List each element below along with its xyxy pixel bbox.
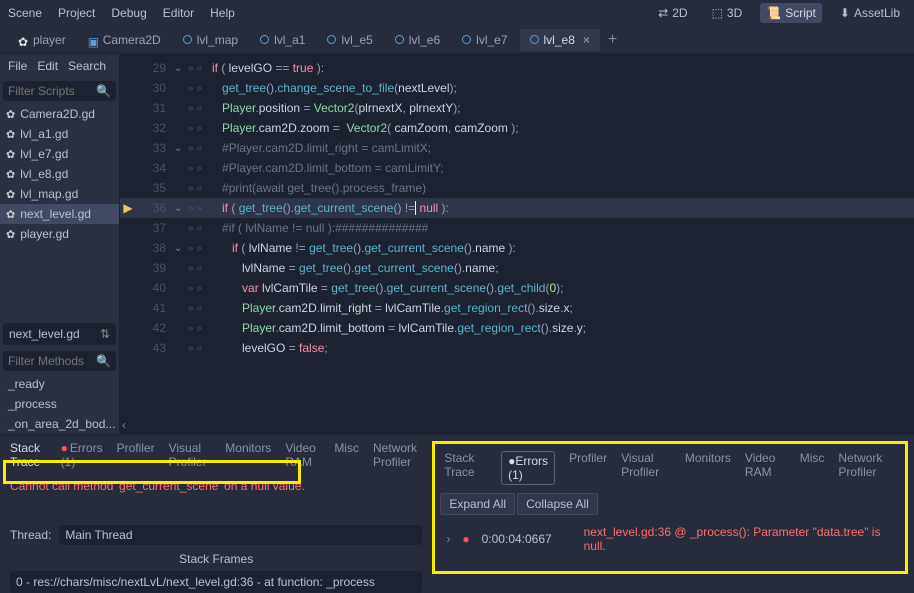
- view-3d-button[interactable]: ⬚3D: [706, 3, 749, 23]
- method-list: _ready _process _on_area_2d_bod...: [0, 374, 119, 434]
- tab-visual-profiler[interactable]: Visual Profiler: [621, 451, 671, 485]
- cog-icon: ✿: [6, 228, 15, 241]
- file-item[interactable]: ✿next_level.gd: [0, 204, 119, 224]
- file-item[interactable]: ✿lvl_a1.gd: [0, 124, 119, 144]
- circle-icon: [395, 35, 404, 44]
- error-list-row[interactable]: › ● 0:00:04:0667 next_level.gd:36 @ _pro…: [438, 519, 902, 559]
- tab-profiler[interactable]: Profiler: [117, 441, 155, 469]
- cog-icon: ✿: [6, 188, 15, 201]
- file-item[interactable]: ✿lvl_e7.gd: [0, 144, 119, 164]
- method-item[interactable]: _on_area_2d_bod...: [0, 414, 119, 434]
- cog-icon: ✿: [6, 148, 15, 161]
- collapse-all-button[interactable]: Collapse All: [517, 493, 598, 515]
- tab-lvl-e6[interactable]: lvl_e6: [385, 29, 450, 51]
- circle-icon: [327, 35, 336, 44]
- error-dot-icon: ●: [61, 441, 68, 455]
- tab-network-profiler[interactable]: Network Profiler: [373, 441, 422, 469]
- tab-lvl-a1[interactable]: lvl_a1: [250, 29, 315, 51]
- current-file-indicator[interactable]: next_level.gd ⇅: [3, 323, 116, 345]
- script-file-menu[interactable]: File: [8, 59, 27, 73]
- script-file-list: ✿Camera2D.gd ✿lvl_a1.gd ✿lvl_e7.gd ✿lvl_…: [0, 104, 119, 320]
- collapse-sidebar-icon[interactable]: ‹: [122, 418, 126, 432]
- search-icon: 🔍: [96, 84, 111, 98]
- view-assetlib-button[interactable]: ⬇AssetLib: [834, 3, 906, 23]
- file-item[interactable]: ✿lvl_map.gd: [0, 184, 119, 204]
- view-2d-button[interactable]: ⇄2D: [652, 3, 693, 23]
- thread-selector[interactable]: Main Thread: [59, 525, 422, 545]
- tab-network-profiler[interactable]: Network Profiler: [838, 451, 896, 485]
- method-item[interactable]: _process: [0, 394, 119, 414]
- cog-icon: ✿: [6, 128, 15, 141]
- stack-frame-row[interactable]: 0 - res://chars/misc/nextLvL/next_level.…: [10, 571, 422, 593]
- tab-lvl-e8[interactable]: lvl_e8×: [520, 29, 600, 51]
- menu-scene[interactable]: Scene: [8, 6, 42, 20]
- error-message: Cannot call method 'get_current_scene' o…: [0, 475, 432, 497]
- tab-errors[interactable]: ●Errors (1): [61, 441, 103, 469]
- error-timestamp: 0:00:04:0667: [482, 532, 572, 546]
- thread-label: Thread:: [10, 528, 51, 542]
- method-item[interactable]: _ready: [0, 374, 119, 394]
- file-item[interactable]: ✿player.gd: [0, 224, 119, 244]
- tab-visual-profiler[interactable]: Visual Profiler: [169, 441, 212, 469]
- tab-misc[interactable]: Misc: [800, 451, 825, 485]
- filter-scripts-input[interactable]: 🔍: [3, 81, 116, 101]
- circle-icon: [530, 35, 539, 44]
- error-detail: next_level.gd:36 @ _process(): Parameter…: [584, 525, 894, 553]
- download-icon: ⬇: [840, 6, 850, 20]
- tab-monitors[interactable]: Monitors: [685, 451, 731, 485]
- code-editor[interactable]: Go To Debug 29⌄» »if ( levelGO == true )…: [120, 54, 914, 434]
- script-edit-menu[interactable]: Edit: [37, 59, 58, 73]
- script-tabs: ✿player ▣Camera2D lvl_map lvl_a1 lvl_e5 …: [0, 26, 914, 54]
- tab-monitors[interactable]: Monitors: [225, 441, 271, 469]
- circle-icon: [260, 35, 269, 44]
- cog-icon: ✿: [18, 35, 28, 45]
- script-icon: 📜: [766, 6, 781, 20]
- search-icon: 🔍: [96, 354, 111, 368]
- expand-all-button[interactable]: Expand All: [440, 493, 515, 515]
- tab-camera2d[interactable]: ▣Camera2D: [78, 29, 171, 51]
- error-dot-icon: ●: [462, 532, 469, 546]
- chevron-right-icon: ›: [446, 532, 450, 546]
- cog-icon: ✿: [6, 108, 15, 121]
- tab-stack-trace[interactable]: Stack Trace: [444, 451, 487, 485]
- tab-profiler[interactable]: Profiler: [569, 451, 607, 485]
- view-script-button[interactable]: 📜Script: [760, 3, 822, 23]
- filter-methods-input[interactable]: 🔍: [3, 351, 116, 371]
- tab-video-ram[interactable]: Video RAM: [285, 441, 320, 469]
- file-item[interactable]: ✿Camera2D.gd: [0, 104, 119, 124]
- script-search-menu[interactable]: Search: [68, 59, 106, 73]
- circle-icon: [462, 35, 471, 44]
- camera-icon: ▣: [88, 35, 98, 45]
- cog-icon: ✿: [6, 168, 15, 181]
- menu-help[interactable]: Help: [210, 6, 235, 20]
- add-tab-button[interactable]: +: [602, 31, 623, 49]
- tab-lvl-e5[interactable]: lvl_e5: [317, 29, 382, 51]
- file-item[interactable]: ✿lvl_e8.gd: [0, 164, 119, 184]
- tab-errors[interactable]: ●Errors (1): [501, 451, 555, 485]
- cog-icon: ✿: [6, 208, 15, 221]
- arrows-icon: ⇄: [658, 6, 668, 20]
- tab-player[interactable]: ✿player: [8, 29, 76, 51]
- cube-icon: ⬚: [712, 6, 723, 20]
- filter-scripts-field[interactable]: [8, 84, 88, 98]
- tab-stack-trace[interactable]: Stack Trace: [10, 441, 47, 469]
- menu-project[interactable]: Project: [58, 6, 95, 20]
- tab-video-ram[interactable]: Video RAM: [745, 451, 786, 485]
- menu-editor[interactable]: Editor: [163, 6, 194, 20]
- circle-icon: [183, 35, 192, 44]
- tab-lvl-map[interactable]: lvl_map: [173, 29, 248, 51]
- swap-icon[interactable]: ⇅: [100, 327, 110, 341]
- close-tab-icon[interactable]: ×: [583, 33, 590, 47]
- filter-methods-field[interactable]: [8, 354, 88, 368]
- tab-lvl-e7[interactable]: lvl_e7: [452, 29, 517, 51]
- stack-frames-header: Stack Frames: [0, 549, 432, 569]
- menu-debug[interactable]: Debug: [111, 6, 146, 20]
- tab-misc[interactable]: Misc: [334, 441, 359, 469]
